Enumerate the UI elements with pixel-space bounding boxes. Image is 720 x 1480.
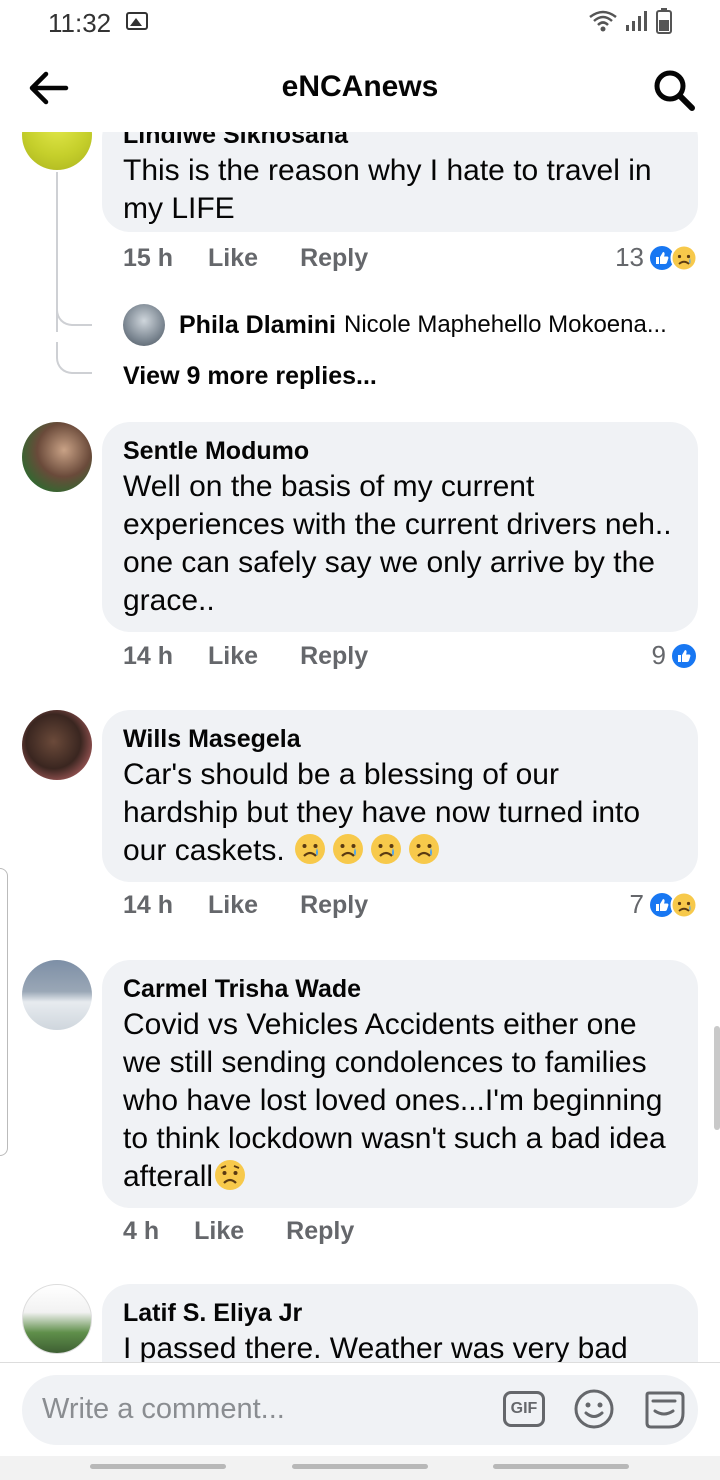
scrollbar[interactable] (714, 1026, 720, 1130)
like-button[interactable]: Like (208, 244, 258, 273)
nav-back[interactable] (493, 1464, 629, 1469)
reply-author[interactable]: Phila Dlamini (179, 311, 336, 340)
like-button[interactable]: Like (208, 891, 258, 920)
comment-text-line: who have lost loved ones...I'm beginning (123, 1084, 663, 1117)
wifi-icon (589, 10, 617, 32)
comment-author[interactable]: Wills Masegela (123, 722, 678, 756)
comment-text-line: Well on the basis of my current (123, 470, 535, 503)
comment-time: 14 h (123, 642, 174, 670)
reaction-summary[interactable]: 7 (630, 889, 698, 920)
worried-emoji-icon (215, 1160, 246, 1190)
reply-button[interactable]: Reply (300, 244, 368, 273)
comment-author[interactable]: Latif S. Eliya Jr (123, 1296, 678, 1330)
comment-actions: 14 h Like Reply (123, 642, 368, 671)
sad-icon (670, 891, 698, 918)
comment-time: 4 h (123, 1217, 160, 1245)
comment-bubble[interactable]: Wills Masegela Car's should be a blessin… (102, 710, 698, 882)
comment-text-line: we still sending condolences to families (123, 1046, 647, 1079)
reply-button[interactable]: Reply (300, 642, 368, 671)
thread-connector (56, 342, 92, 374)
edge-panel-handle[interactable] (0, 868, 8, 1156)
sad-emoji-icon (409, 834, 440, 864)
comment-actions: 14 h Like Reply (123, 891, 368, 920)
comment-actions: 15 h Like Reply (123, 244, 368, 273)
reply-button[interactable]: Reply (286, 1217, 354, 1246)
sad-emoji-icon (333, 834, 364, 864)
comments-feed[interactable]: Lindiwe Sikhosana This is the reason why… (0, 132, 720, 1362)
comment-bubble[interactable]: Carmel Trisha Wade Covid vs Vehicles Acc… (102, 960, 698, 1208)
search-icon (654, 70, 695, 111)
gif-button[interactable]: GIF (503, 1391, 545, 1427)
comment-text-line: This is the reason why I hate to travel … (123, 154, 652, 187)
gallery-notification-icon (126, 12, 148, 30)
reaction-count: 9 (651, 640, 666, 670)
like-button[interactable]: Like (194, 1217, 244, 1246)
sad-icon (670, 244, 698, 271)
comment-text-line: I passed there. Weather was very bad (123, 1332, 628, 1362)
nav-home[interactable] (292, 1464, 428, 1469)
battery-icon (656, 8, 672, 34)
avatar[interactable] (22, 710, 92, 780)
comment-text-line: to think lockdown wasn't such a bad idea (123, 1122, 666, 1155)
comment-text-line: one can safely say we only arrive by the (123, 546, 655, 579)
comment-placeholder: Write a comment... (42, 1393, 285, 1425)
comment-actions: 4 h Like Reply (123, 1217, 354, 1246)
avatar[interactable] (22, 960, 92, 1030)
comment-text-line: hardship but they have now turned into (123, 796, 641, 829)
status-time: 11:32 (48, 8, 112, 38)
comment-bubble[interactable]: Sentle Modumo Well on the basis of my cu… (102, 422, 698, 632)
comment-input[interactable]: Write a comment... GIF (22, 1375, 698, 1445)
reaction-summary[interactable]: 9 (652, 640, 698, 671)
sad-emoji-icon (295, 834, 326, 864)
reply-preview[interactable]: Phila Dlamini Nicole Maphehello Mokoena.… (123, 304, 667, 346)
avatar[interactable] (22, 1284, 92, 1354)
comment-composer: Write a comment... GIF (0, 1362, 720, 1456)
comment-text-line: Covid vs Vehicles Accidents either one (123, 1008, 637, 1041)
status-icons (588, 8, 672, 34)
avatar[interactable] (22, 132, 92, 170)
comment-text-line: my LIFE (123, 192, 235, 225)
like-button[interactable]: Like (208, 642, 258, 671)
reply-button[interactable]: Reply (300, 891, 368, 920)
search-button[interactable] (650, 66, 698, 114)
comment-author[interactable]: Sentle Modumo (123, 434, 678, 468)
nav-recents[interactable] (90, 1464, 226, 1469)
page-title: eNCAnews (281, 70, 439, 103)
comment-time: 14 h (123, 891, 174, 919)
avatar[interactable] (22, 422, 92, 492)
reaction-summary[interactable]: 13 (615, 242, 698, 273)
comment-text-line: grace.. (123, 584, 215, 617)
reaction-count: 7 (629, 889, 644, 919)
comment-text-line: experiences with the current drivers neh… (123, 508, 672, 541)
app-header: eNCAnews (0, 44, 720, 132)
sticker-icon[interactable] (641, 1387, 687, 1433)
sad-emoji-icon (371, 834, 402, 864)
comment-bubble[interactable]: Lindiwe Sikhosana This is the reason why… (102, 132, 698, 232)
emoji-icon[interactable] (573, 1388, 615, 1430)
comment-bubble[interactable]: Latif S. Eliya Jr I passed there. Weathe… (102, 1284, 698, 1362)
reply-text: Nicole Maphehello Mokoena... (343, 311, 667, 338)
comment-author[interactable]: Carmel Trisha Wade (123, 972, 678, 1006)
comment-author[interactable]: Lindiwe Sikhosana (123, 132, 678, 152)
signal-icon (626, 11, 647, 31)
comment-text-line: afterall (123, 1158, 678, 1196)
like-icon (670, 641, 698, 670)
view-more-replies-link[interactable]: View 9 more replies... (123, 362, 377, 391)
reaction-count: 13 (615, 242, 644, 272)
system-nav-bar (0, 1456, 720, 1480)
thread-connector (56, 292, 92, 326)
comment-text-line: Car's should be a blessing of our (123, 758, 559, 791)
comment-text-line: our caskets. (123, 832, 678, 870)
avatar[interactable] (123, 304, 165, 346)
comment-time: 15 h (123, 244, 174, 272)
status-bar: 11:32 (0, 0, 720, 44)
